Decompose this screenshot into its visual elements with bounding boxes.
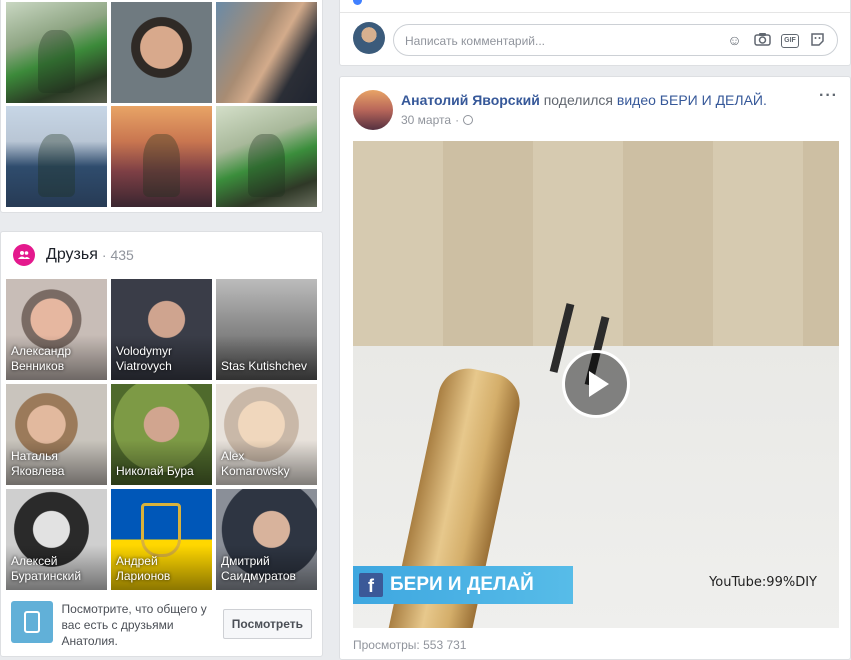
friends-count: · 435 (101, 247, 134, 263)
friend-tile[interactable]: Андрей Ларионов (111, 489, 212, 590)
video-brand-band: f БЕРИ И ДЕЛАЙ (353, 566, 573, 604)
more-options-icon[interactable]: ··· (819, 87, 838, 105)
video-background (353, 141, 839, 346)
profile-photo-5[interactable] (111, 106, 212, 207)
mutual-friends-text: Посмотрите, что общего у вас есть с друз… (61, 602, 207, 648)
post-header: Анатолий Яворский поделился видео БЕРИ И… (401, 92, 767, 108)
friend-tile[interactable]: Stas Kutishchev (216, 279, 317, 380)
friends-card: Друзья · 435 Александр Венников Volodymy… (0, 231, 323, 657)
page-link[interactable]: БЕРИ И ДЕЛАЙ (660, 92, 763, 108)
friend-name[interactable]: Андрей Ларионов (116, 554, 209, 584)
friend-name[interactable]: Алексей Буратинский (11, 554, 104, 584)
friend-name[interactable]: Stas Kutishchev (221, 359, 314, 374)
reaction-dot (353, 0, 362, 5)
video-brand-text: БЕРИ И ДЕЛАЙ (390, 574, 534, 595)
comment-placeholder: Написать комментарий... (405, 34, 546, 48)
shared-text: поделился (543, 92, 614, 108)
friend-tile[interactable]: Алексей Буратинский (6, 489, 107, 590)
author-name[interactable]: Анатолий Яворский (401, 92, 540, 108)
profile-photo-2[interactable] (111, 2, 212, 103)
post-date[interactable]: 30 марта (401, 113, 451, 127)
globe-icon (463, 115, 474, 125)
profile-photo-4[interactable] (6, 106, 107, 207)
avatar[interactable] (353, 22, 385, 54)
post-card: Анатолий Яворский поделился видео БЕРИ И… (339, 76, 851, 660)
video-link[interactable]: видео (617, 92, 656, 108)
friend-tile[interactable]: Александр Венников (6, 279, 107, 380)
see-friendship-button[interactable]: Посмотреть (222, 609, 312, 639)
friend-tile[interactable]: Alex Komarowsky (216, 384, 317, 485)
friend-tile[interactable]: Наталья Яковлева (6, 384, 107, 485)
video-player[interactable]: f БЕРИ И ДЕЛАЙ YouTube:99%DIY (353, 141, 839, 628)
gif-icon[interactable]: GIF (781, 34, 799, 48)
comment-card: Написать комментарий... ☺ GIF (339, 0, 851, 66)
photos-card (0, 0, 323, 213)
emoji-icon[interactable]: ☺ (725, 32, 744, 49)
friend-name[interactable]: Николай Бура (116, 464, 209, 479)
profile-photo-6[interactable] (216, 106, 317, 207)
friend-name[interactable]: Alex Komarowsky (221, 449, 314, 479)
camera-icon[interactable] (753, 32, 772, 49)
play-button[interactable] (562, 350, 630, 418)
mutual-friends-icon (11, 601, 53, 643)
friend-name[interactable]: Дмитрий Саидмуратов (221, 554, 314, 584)
mutual-friends-prompt: Посмотрите, что общего у вас есть с друз… (11, 601, 312, 648)
friends-title[interactable]: Друзья (46, 246, 98, 264)
profile-photo-1[interactable] (6, 2, 107, 103)
divider (340, 12, 850, 13)
comment-input[interactable]: Написать комментарий... ☺ GIF (393, 24, 838, 56)
profile-photo-3[interactable] (216, 2, 317, 103)
friend-tile[interactable]: Николай Бура (111, 384, 212, 485)
friends-icon (13, 244, 35, 266)
play-icon (589, 371, 609, 397)
friends-header[interactable]: Друзья · 435 (13, 244, 134, 266)
author-avatar[interactable] (353, 90, 393, 130)
sticker-icon[interactable] (808, 32, 827, 49)
friend-tile[interactable]: Дмитрий Саидмуратов (216, 489, 317, 590)
friend-tile[interactable]: Volodymyr Viatrovych (111, 279, 212, 380)
video-watermark: YouTube:99%DIY (709, 575, 817, 590)
friend-name[interactable]: Volodymyr Viatrovych (116, 344, 209, 374)
view-count: Просмотры: 553 731 (353, 638, 467, 652)
facebook-logo-icon: f (359, 573, 383, 597)
friend-name[interactable]: Александр Венников (11, 344, 104, 374)
post-meta: 30 марта · (401, 113, 474, 127)
friend-name[interactable]: Наталья Яковлева (11, 449, 104, 479)
